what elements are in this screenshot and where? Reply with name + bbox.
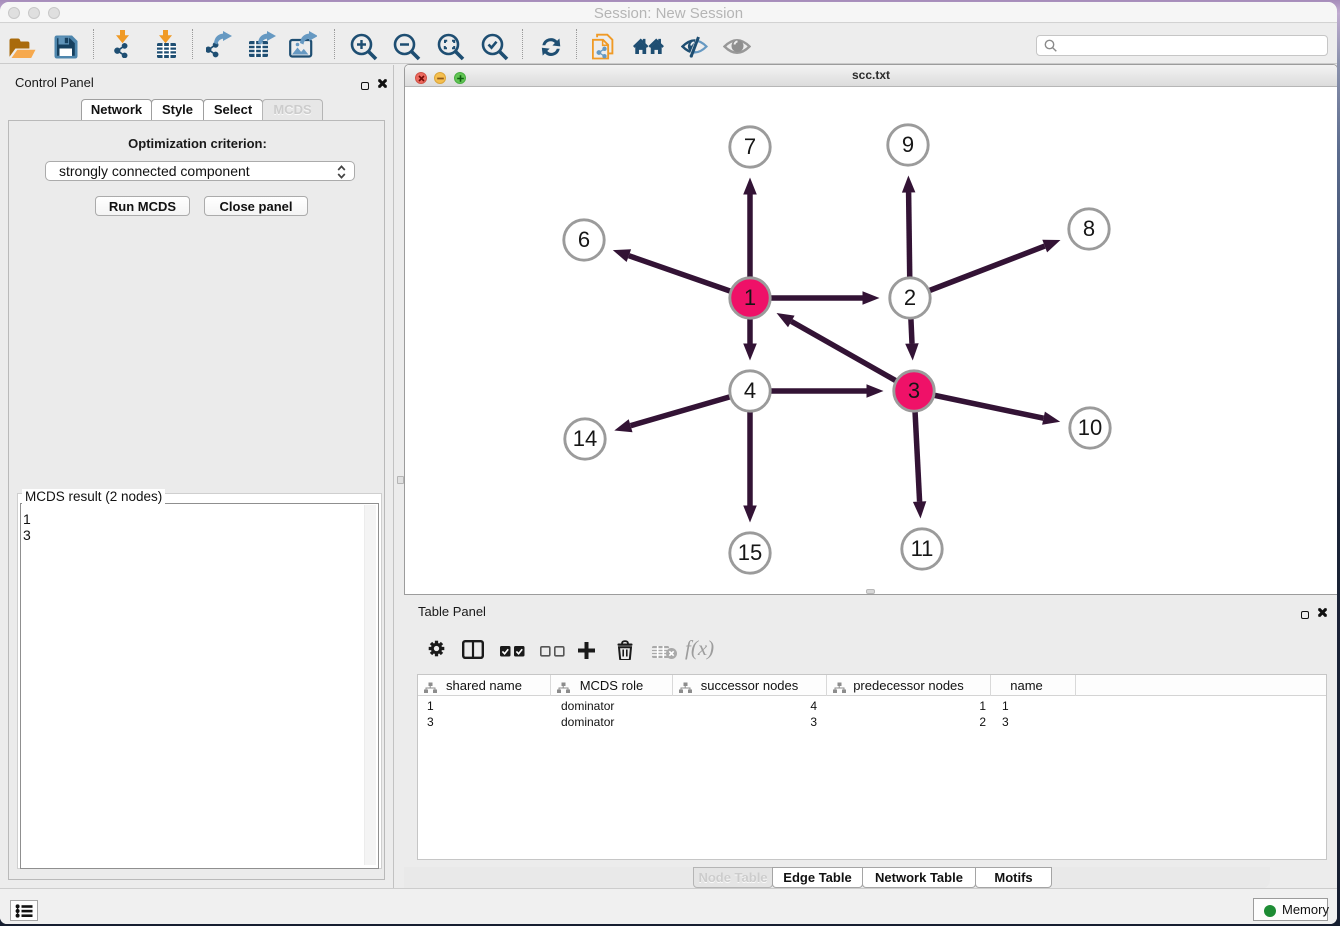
svg-text:6: 6 bbox=[578, 227, 590, 252]
svg-text:15: 15 bbox=[738, 540, 762, 565]
svg-text:11: 11 bbox=[911, 536, 934, 561]
svg-text:9: 9 bbox=[902, 132, 914, 157]
svg-text:7: 7 bbox=[744, 134, 756, 159]
svg-text:8: 8 bbox=[1083, 216, 1095, 241]
svg-text:2: 2 bbox=[904, 285, 916, 310]
svg-text:4: 4 bbox=[744, 378, 756, 403]
svg-text:10: 10 bbox=[1078, 415, 1102, 440]
svg-text:1: 1 bbox=[744, 285, 756, 310]
svg-text:3: 3 bbox=[908, 378, 920, 403]
svg-text:14: 14 bbox=[573, 426, 597, 451]
